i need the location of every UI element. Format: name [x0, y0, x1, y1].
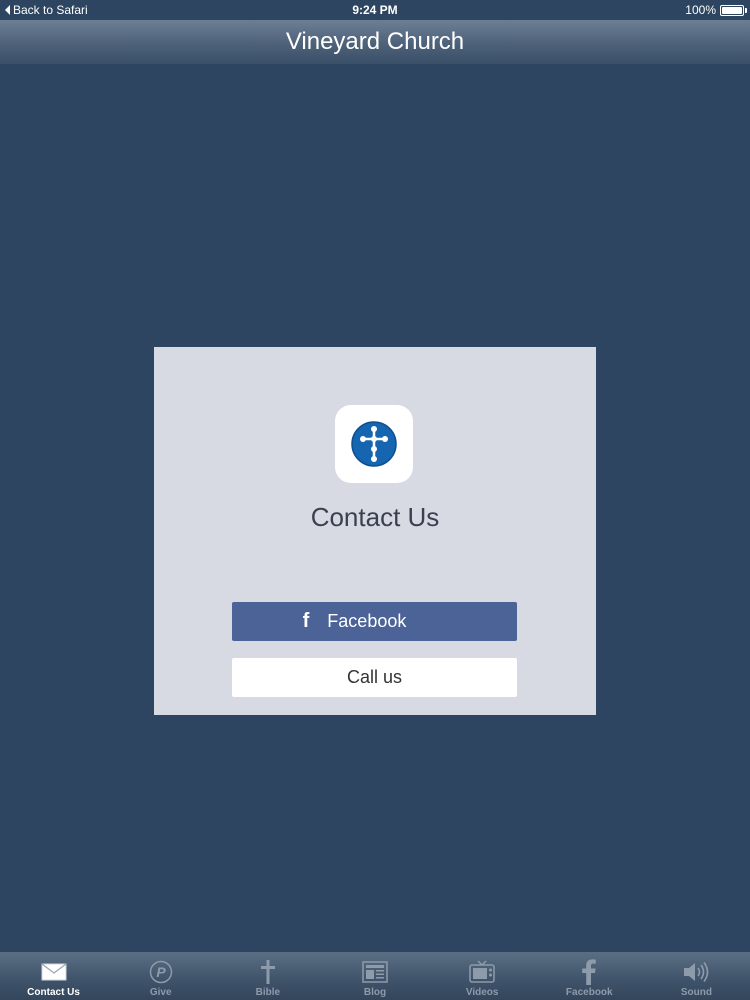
facebook-icon: f	[302, 610, 310, 632]
battery-status: 100%	[685, 3, 747, 17]
tab-label: Give	[149, 987, 172, 998]
contact-card: Contact Us f Facebook Call us	[154, 347, 596, 715]
facebook-button-label: Facebook	[327, 611, 407, 631]
cross-logo-icon	[351, 421, 397, 467]
tab-label: Facebook	[565, 987, 613, 998]
tab-label: Contact Us	[27, 987, 80, 998]
tab-videos[interactable]: Videos	[429, 952, 536, 1000]
tab-blog[interactable]: Blog	[321, 952, 428, 1000]
tab-bar: Contact Us P Give Bible Blog Videos Face…	[0, 952, 750, 1000]
facebook-icon	[581, 958, 597, 986]
status-time: 9:24 PM	[352, 3, 398, 17]
tab-sound[interactable]: Sound	[643, 952, 750, 1000]
battery-percent: 100%	[685, 3, 716, 17]
battery-fill	[722, 6, 742, 14]
tab-label: Bible	[255, 987, 281, 998]
tab-label: Sound	[680, 987, 712, 998]
church-app-icon	[335, 405, 413, 483]
contact-us-heading: Contact Us	[310, 502, 440, 532]
envelope-icon	[41, 958, 67, 986]
tab-contact-us[interactable]: Contact Us	[0, 952, 107, 1000]
page-title: Vineyard Church	[285, 28, 465, 55]
tab-label: Blog	[363, 987, 387, 998]
nav-bar: Vineyard Church	[0, 20, 750, 64]
tv-icon	[469, 958, 495, 986]
tab-label: Videos	[465, 987, 499, 998]
facebook-button[interactable]: f Facebook	[232, 602, 517, 641]
tab-give[interactable]: P Give	[107, 952, 214, 1000]
battery-tip	[745, 7, 747, 13]
tab-bible[interactable]: Bible	[214, 952, 321, 1000]
call-us-button[interactable]: Call us	[232, 658, 517, 697]
battery-icon	[720, 4, 747, 16]
speaker-icon	[682, 958, 710, 986]
newspaper-icon	[362, 958, 388, 986]
svg-text:P: P	[156, 964, 166, 980]
tab-facebook[interactable]: Facebook	[536, 952, 643, 1000]
status-bar: Back to Safari 9:24 PM 100%	[0, 0, 750, 20]
paypal-icon: P	[149, 958, 173, 986]
call-us-button-label: Call us	[346, 667, 403, 687]
cross-icon	[259, 958, 277, 986]
